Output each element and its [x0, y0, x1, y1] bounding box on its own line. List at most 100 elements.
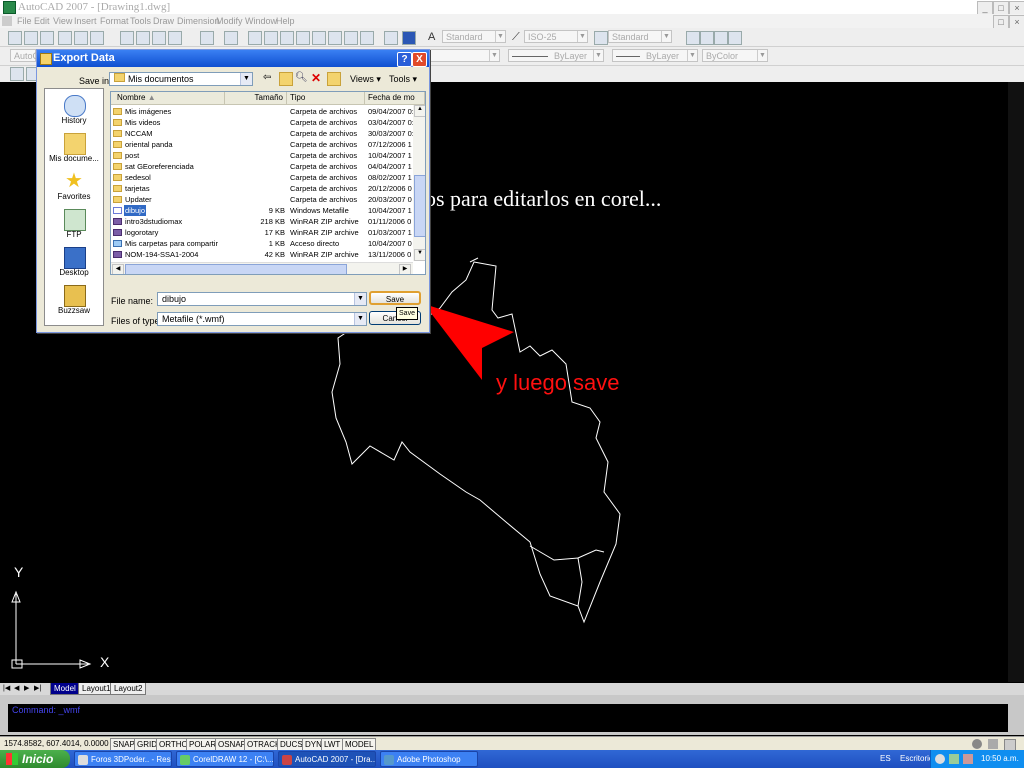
match-properties-icon[interactable]	[168, 31, 182, 45]
color-select[interactable]: ByColor ▼	[702, 49, 768, 62]
workspace-icon-2[interactable]	[700, 31, 714, 45]
layer-select[interactable]: AutoC	[10, 49, 39, 62]
place-ftp[interactable]: FTP	[45, 207, 103, 243]
help-icon[interactable]	[402, 31, 416, 45]
tab-layout2[interactable]: Layout2	[110, 683, 147, 695]
copy-icon[interactable]	[136, 31, 150, 45]
open-icon[interactable]	[24, 31, 38, 45]
command-line[interactable]	[8, 704, 1008, 732]
menu-insert[interactable]: Insert	[74, 14, 97, 28]
cut-icon[interactable]	[120, 31, 134, 45]
dialog-close-button[interactable]: X	[412, 52, 427, 67]
file-row[interactable]: sedesol Carpeta de archivos 08/02/2007 1	[111, 172, 425, 183]
maximize-button[interactable]: □	[993, 1, 1009, 15]
language-indicator[interactable]: ES	[880, 754, 891, 763]
menu-dimension[interactable]: Dimension	[177, 14, 220, 28]
file-name-input[interactable]: dibujo ▼	[157, 292, 367, 306]
scroll-left-icon[interactable]: ◀	[112, 264, 124, 274]
sheet-set-icon[interactable]	[360, 31, 374, 45]
tab-model[interactable]: Model	[50, 683, 80, 695]
paste-icon[interactable]	[152, 31, 166, 45]
text-style-select[interactable]: Standard ▼	[442, 30, 506, 43]
file-row[interactable]: Mis imágenes Carpeta de archivos 09/04/200…	[111, 106, 425, 117]
file-row[interactable]: Updater Carpeta de archivos 20/03/2007 0	[111, 194, 425, 205]
tools-menu[interactable]: Tools ▾	[389, 74, 417, 85]
place-history[interactable]: History	[45, 93, 103, 129]
close-button[interactable]: ×	[1009, 1, 1024, 15]
file-row[interactable]: oriental panda Carpeta de archivos 07/12/2…	[111, 139, 425, 150]
minimize-button[interactable]: _	[977, 1, 993, 15]
scroll-up-icon[interactable]: ▲	[414, 105, 425, 117]
lineweight-select[interactable]: ByLayer ▼	[612, 49, 698, 62]
comm-center-icon[interactable]	[972, 739, 982, 749]
back-icon[interactable]: ⇦	[263, 72, 275, 84]
tab-first-icon[interactable]: |◀	[3, 684, 10, 692]
file-row[interactable]: NOM-194-SSA1-2004 42 KB WinRAR ZIP archive…	[111, 249, 425, 260]
file-row[interactable]: sat GEoreferenciada Carpeta de archivos 04…	[111, 161, 425, 172]
column-type[interactable]: Tipo	[287, 92, 365, 104]
search-web-icon[interactable]: 🔍︎	[295, 72, 308, 84]
dim-style-select[interactable]: ISO-25 ▼	[524, 30, 588, 43]
menu-window[interactable]: Window	[245, 14, 277, 28]
menu-format[interactable]: Format	[100, 14, 129, 28]
undo-icon[interactable]	[200, 31, 214, 45]
column-name[interactable]: Nombre ▲	[111, 92, 225, 104]
scroll-right-icon[interactable]: ▶	[399, 264, 411, 274]
file-row[interactable]: logorotary 17 KB WinRAR ZIP archive 01/03/2…	[111, 227, 425, 238]
place-favorites[interactable]: ★ Favorites	[45, 169, 103, 205]
column-date[interactable]: Fecha de mo	[365, 92, 425, 104]
tray-icon-1[interactable]	[935, 754, 945, 764]
scroll-down-icon[interactable]: ▼	[414, 249, 425, 261]
tool-palettes-icon[interactable]	[344, 31, 358, 45]
tab-last-icon[interactable]: ▶|	[34, 684, 41, 692]
zoom-realtime-icon[interactable]	[264, 31, 278, 45]
horizontal-scroll-thumb[interactable]	[125, 264, 347, 274]
new-icon[interactable]	[8, 31, 22, 45]
linetype-select[interactable]: ByLayer ▼	[508, 49, 604, 62]
layer-state-select[interactable]: ▼	[428, 49, 500, 62]
task-photoshop[interactable]: Adobe Photoshop	[380, 751, 478, 767]
publish-icon[interactable]	[90, 31, 104, 45]
zoom-previous-icon[interactable]	[296, 31, 310, 45]
task-autocad[interactable]: AutoCAD 2007 - [Dra...	[278, 751, 376, 767]
menu-view[interactable]: View	[53, 14, 72, 28]
save-icon[interactable]	[40, 31, 54, 45]
tray-icon-2[interactable]	[949, 754, 959, 764]
tray-icon-3[interactable]	[963, 754, 973, 764]
canvas-vertical-scrollbar[interactable]	[1008, 82, 1024, 682]
desktop-toolbar[interactable]: Escritorio	[900, 754, 933, 763]
file-list-horizontal-scrollbar[interactable]: ◀ ▶	[111, 262, 413, 274]
plot-icon[interactable]	[58, 31, 72, 45]
document-icon[interactable]	[2, 16, 12, 26]
pan-icon[interactable]	[248, 31, 262, 45]
place-buzzsaw[interactable]: Buzzsaw	[45, 283, 103, 319]
tab-layout1[interactable]: Layout1	[78, 683, 115, 695]
menu-edit[interactable]: Edit	[34, 14, 50, 28]
file-row[interactable]: intro3dstudiomax 218 KB WinRAR ZIP archive…	[111, 216, 425, 227]
workspace-icon-4[interactable]	[728, 31, 742, 45]
task-foros[interactable]: Foros 3DPoder.. - Res...	[74, 751, 172, 767]
menu-draw[interactable]: Draw	[153, 14, 174, 28]
zoom-window-icon[interactable]	[280, 31, 294, 45]
layout-icon-1[interactable]	[10, 67, 24, 81]
table-style-select[interactable]: Standard ▼	[608, 30, 672, 43]
coordinates-readout[interactable]: 1574.8582, 607.4014, 0.0000	[4, 738, 109, 750]
dialog-help-button[interactable]: ?	[397, 52, 412, 67]
menu-help[interactable]: Help	[276, 14, 295, 28]
file-row[interactable]: Mis videos Carpeta de archivos 03/04/2007 …	[111, 117, 425, 128]
workspace-icon-3[interactable]	[714, 31, 728, 45]
file-row[interactable]: post Carpeta de archivos 10/04/2007 1	[111, 150, 425, 161]
start-button[interactable]: Inicio	[0, 750, 70, 768]
save-in-select[interactable]: Mis documentos ▼	[109, 72, 253, 86]
file-row[interactable]: NCCAM Carpeta de archivos 30/03/2007 0:	[111, 128, 425, 139]
calculator-icon[interactable]	[384, 31, 398, 45]
save-button[interactable]: Save	[369, 291, 421, 305]
redo-icon[interactable]	[224, 31, 238, 45]
file-row[interactable]: Mis carpetas para compartir 1 KB Acceso di…	[111, 238, 425, 249]
tab-prev-icon[interactable]: ◀	[14, 684, 19, 692]
preview-icon[interactable]	[74, 31, 88, 45]
up-folder-icon[interactable]	[279, 72, 293, 86]
place-desktop[interactable]: Desktop	[45, 245, 103, 281]
doc-restore-button[interactable]: □	[993, 15, 1009, 29]
scroll-thumb[interactable]	[414, 175, 425, 237]
